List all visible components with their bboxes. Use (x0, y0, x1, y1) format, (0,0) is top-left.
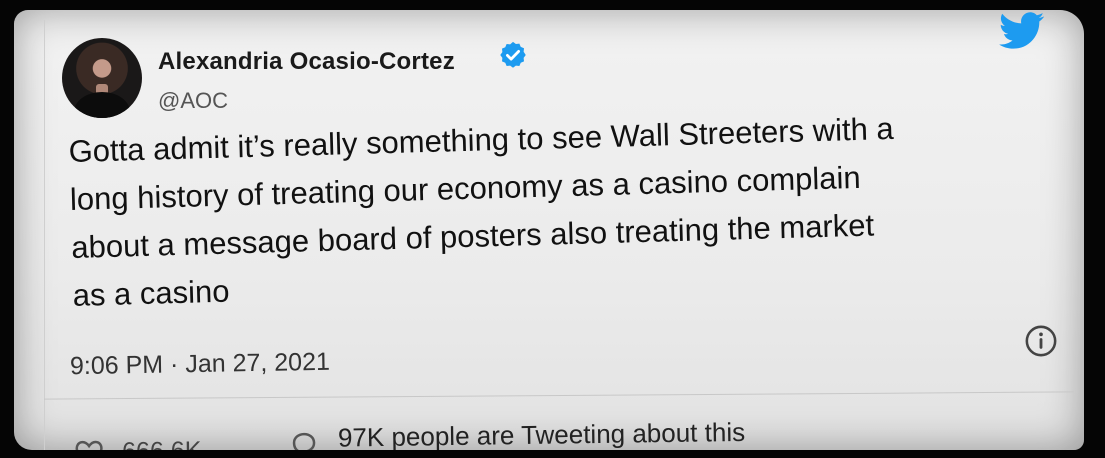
verified-badge-icon (500, 41, 526, 68)
like-count[interactable]: 666.6K (122, 437, 202, 450)
avatar-shirt (74, 92, 130, 118)
info-icon[interactable] (1024, 324, 1058, 358)
tweet-card: Alexandria Ocasio-Cortez @AOC Gotta admi… (14, 10, 1084, 450)
tweeting-count[interactable]: 97K people are Tweeting about this (338, 417, 746, 450)
tweet-timestamp[interactable]: 9:06 PM · Jan 27, 2021 (70, 348, 330, 382)
author-handle[interactable]: @AOC (158, 88, 228, 114)
reply-icon[interactable] (288, 429, 320, 450)
avatar[interactable] (62, 38, 142, 118)
twitter-bird-icon[interactable] (999, 12, 1045, 50)
author-name[interactable]: Alexandria Ocasio-Cortez (158, 48, 455, 76)
tweet-text: Gotta admit it’s really something to see… (68, 110, 895, 313)
heart-icon[interactable] (74, 438, 104, 450)
